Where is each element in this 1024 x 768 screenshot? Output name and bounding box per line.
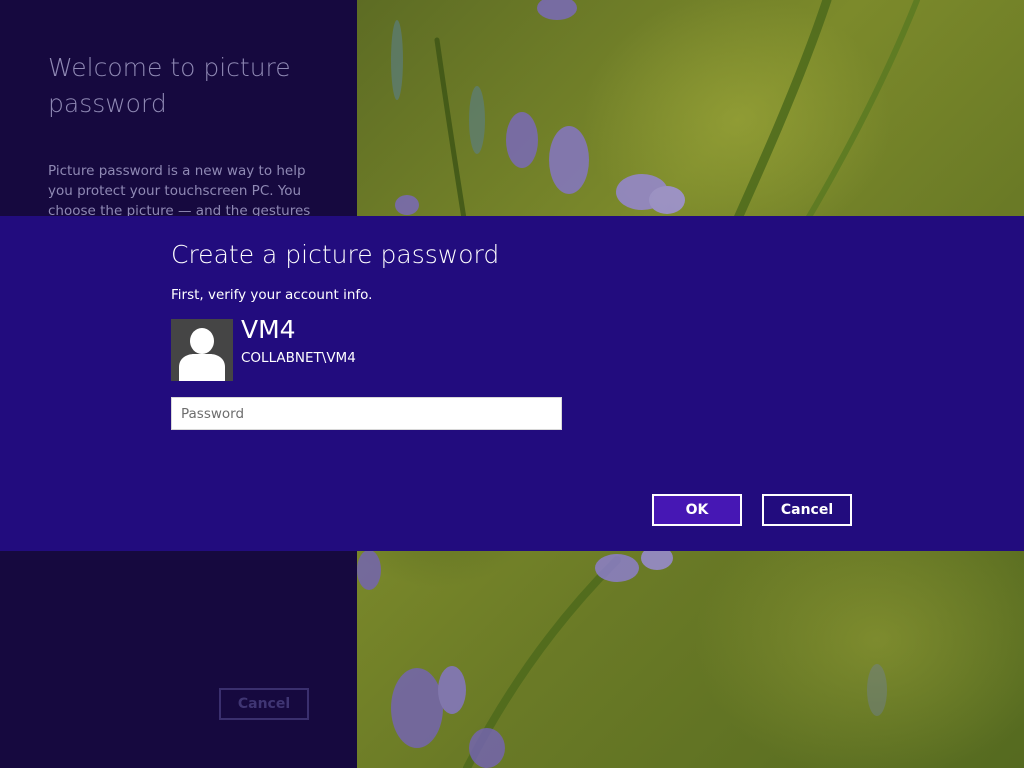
intro-title: Welcome to picture password [48, 53, 291, 118]
create-picture-password-dialog: Create a picture password First, verify … [0, 216, 1024, 551]
account-domain: COLLABNET\VM4 [241, 350, 356, 366]
avatar [171, 319, 233, 381]
intro-cancel-button: Cancel [219, 688, 309, 720]
password-input[interactable] [171, 397, 562, 430]
account-name: VM4 [241, 315, 296, 344]
dialog-subtitle: First, verify your account info. [171, 287, 373, 303]
dialog-title: Create a picture password [171, 240, 500, 269]
user-silhouette-icon [179, 328, 225, 381]
cancel-button[interactable]: Cancel [762, 494, 852, 526]
ok-button[interactable]: OK [652, 494, 742, 526]
intro-description: Picture password is a new way to help yo… [48, 163, 311, 219]
